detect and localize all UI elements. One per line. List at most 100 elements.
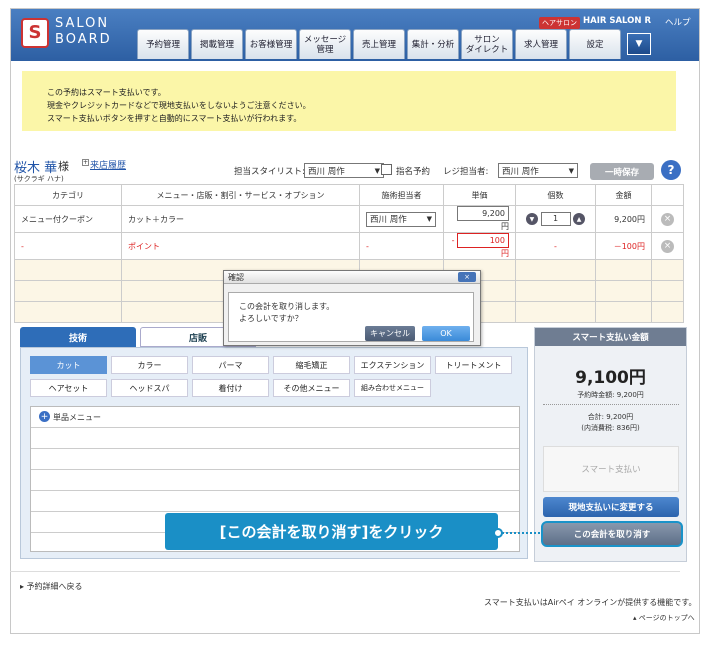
customer-kana: (サクラギ ハナ) bbox=[14, 175, 64, 183]
nav-customers[interactable]: お客様管理 bbox=[245, 29, 297, 59]
visit-history-link[interactable]: 来店履歴 bbox=[90, 158, 126, 171]
logo-icon: S bbox=[21, 18, 49, 48]
category-combo[interactable]: 組み合わせメニュー bbox=[354, 379, 431, 397]
row-category: メニュー付クーポン bbox=[14, 205, 122, 233]
minus-sign: - bbox=[451, 236, 455, 245]
shop-type-badge: ヘアサロン bbox=[539, 17, 580, 29]
col-delete bbox=[651, 184, 684, 206]
page-top-label: ページのトップへ bbox=[638, 614, 695, 622]
tax-amount: (内消費税: 836円) bbox=[581, 424, 640, 432]
list-item-empty bbox=[31, 491, 519, 512]
price-input[interactable]: 9,200 bbox=[457, 206, 509, 221]
logo-line2: BOARD bbox=[55, 32, 112, 47]
yen-label: 円 bbox=[501, 249, 509, 258]
category-cut[interactable]: カット bbox=[30, 356, 107, 374]
logo-text: SALON BOARD bbox=[55, 16, 112, 48]
divider bbox=[543, 404, 679, 405]
dialog-body: この会計を取り消します。 よろしいですか？ キャンセル OK bbox=[228, 292, 474, 342]
delete-icon[interactable]: × bbox=[661, 239, 674, 253]
callout-connector bbox=[498, 532, 540, 534]
register-value: 西川 周作 bbox=[502, 166, 539, 177]
smart-pay-amount: 9,100円 bbox=[575, 368, 646, 388]
row-qty: - bbox=[515, 232, 596, 260]
shop-name: HAIR SALON R bbox=[583, 16, 652, 26]
callout-dot bbox=[493, 528, 503, 538]
category-color[interactable]: カラー bbox=[111, 356, 188, 374]
nav-messages[interactable]: メッセージ 管理 bbox=[299, 29, 351, 59]
row-category: - bbox=[14, 232, 122, 260]
row-price-cell: 9,200 円 bbox=[443, 205, 516, 233]
category-headspa[interactable]: ヘッドスパ bbox=[111, 379, 188, 397]
col-price: 単価 bbox=[443, 184, 516, 206]
total-amount: 合計: 9,200円 bbox=[587, 413, 634, 421]
points-input[interactable]: 100 bbox=[457, 233, 509, 248]
register-label: レジ担当者: bbox=[443, 167, 489, 177]
customer-honorific: 様 bbox=[58, 160, 69, 173]
yen-label: 円 bbox=[501, 222, 509, 231]
tab-tech[interactable]: 技術 bbox=[20, 327, 136, 347]
dialog-title: 確認 bbox=[228, 273, 244, 282]
notice-line: 現金やクレジットカードなどで現地支払いをしないようご注意ください。 bbox=[47, 101, 311, 110]
expand-icon: + bbox=[82, 159, 89, 166]
nav-salon-direct[interactable]: サロン ダイレクト bbox=[461, 29, 513, 59]
category-extension[interactable]: エクステンション bbox=[354, 356, 431, 374]
row-qty-cell: ▼ 1 ▲ bbox=[515, 205, 596, 233]
category-treatment[interactable]: トリートメント bbox=[435, 356, 512, 374]
row-staff-select[interactable]: 西川 周作 ▼ bbox=[359, 205, 444, 233]
row-staff-value: 西川 周作 bbox=[370, 215, 407, 225]
nav-listing[interactable]: 掲載管理 bbox=[191, 29, 243, 59]
cancel-payment-button[interactable]: この会計を取り消す bbox=[541, 521, 683, 547]
register-select[interactable]: 西川 周作 ▼ bbox=[498, 163, 578, 178]
page-top-link[interactable]: ▴ ページのトップへ bbox=[633, 613, 695, 623]
category-other[interactable]: その他メニュー bbox=[273, 379, 350, 397]
table-header-row: カテゴリ メニュー・店販・割引・サービス・オプション 施術担当者 単価 個数 金… bbox=[14, 184, 684, 206]
delete-icon[interactable]: × bbox=[661, 212, 674, 226]
col-amount: 金額 bbox=[595, 184, 652, 206]
col-category: カテゴリ bbox=[14, 184, 122, 206]
designate-checkbox[interactable] bbox=[381, 164, 392, 175]
increase-icon[interactable]: ▲ bbox=[573, 213, 586, 225]
category-perm[interactable]: パーマ bbox=[192, 356, 269, 374]
menu-tabs: 技術 店販 bbox=[20, 327, 256, 347]
footer-note: スマート支払いはAirペイ オンラインが提供する機能です。 bbox=[484, 598, 697, 607]
row-amount: －100円 bbox=[595, 232, 652, 260]
help-link[interactable]: ヘルプ bbox=[665, 16, 691, 28]
hold-button[interactable]: 一時保存 bbox=[590, 163, 654, 180]
nav-settings[interactable]: 設定 bbox=[569, 29, 621, 59]
close-icon[interactable]: × bbox=[458, 272, 476, 282]
plus-icon: + bbox=[39, 411, 50, 422]
col-menu: メニュー・店販・割引・サービス・オプション bbox=[121, 184, 360, 206]
table-row: - ポイント - - 100 円 - －100円 × bbox=[14, 232, 684, 260]
notice-line: この予約はスマート支払いです。 bbox=[47, 88, 166, 97]
nav-menu-icon[interactable]: ▼ bbox=[627, 33, 651, 55]
nav-analytics[interactable]: 集計・分析 bbox=[407, 29, 459, 59]
help-icon[interactable]: ? bbox=[661, 160, 681, 180]
stylist-select[interactable]: 西川 周作 ▼ bbox=[304, 163, 384, 178]
logo-line1: SALON bbox=[55, 16, 110, 31]
dialog-cancel-button[interactable]: キャンセル bbox=[365, 326, 415, 341]
single-menu-label: 単品メニュー bbox=[53, 413, 101, 422]
category-straightening[interactable]: 縮毛矯正 bbox=[273, 356, 350, 374]
row-menu: ポイント bbox=[121, 232, 360, 260]
header: S SALON BOARD ヘアサロン HAIR SALON R ヘルプ 予約管… bbox=[11, 9, 699, 61]
stylist-value: 西川 周作 bbox=[308, 166, 345, 177]
scheduled-amount: 予約時金額: 9,200円 bbox=[577, 391, 644, 399]
row-delete-cell: × bbox=[651, 205, 684, 233]
nav-reservation[interactable]: 予約管理 bbox=[137, 29, 189, 59]
nav-sales[interactable]: 売上管理 bbox=[353, 29, 405, 59]
back-link[interactable]: ▸ 予約詳細へ戻る bbox=[20, 581, 83, 592]
category-kitsuke[interactable]: 着付け bbox=[192, 379, 269, 397]
dialog-message: この会計を取り消します。 よろしいですか？ bbox=[239, 301, 334, 325]
category-hairset[interactable]: ヘアセット bbox=[30, 379, 107, 397]
row-amount: 9,200円 bbox=[595, 205, 652, 233]
main-nav: 予約管理 掲載管理 お客様管理 メッセージ 管理 売上管理 集計・分析 サロン … bbox=[137, 29, 651, 59]
list-item[interactable]: + 単品メニュー bbox=[31, 407, 519, 428]
decrease-icon[interactable]: ▼ bbox=[525, 213, 538, 225]
chevron-down-icon: ▼ bbox=[374, 166, 380, 175]
nav-recruit[interactable]: 求人管理 bbox=[515, 29, 567, 59]
quantity-input[interactable]: 1 bbox=[540, 212, 571, 226]
change-to-onsite-button[interactable]: 現地支払いに変更する bbox=[543, 497, 679, 517]
smart-pay-button[interactable]: スマート支払い bbox=[543, 446, 679, 492]
col-staff: 施術担当者 bbox=[359, 184, 444, 206]
dialog-ok-button[interactable]: OK bbox=[422, 326, 470, 341]
